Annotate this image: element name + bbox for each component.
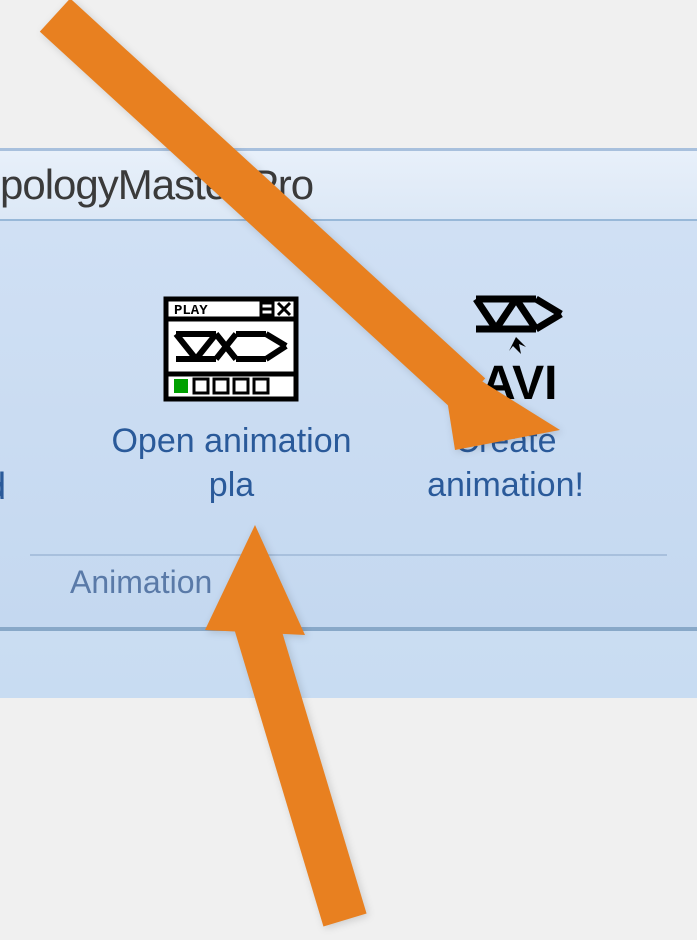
create-animation-button[interactable]: AVI Create animation! bbox=[414, 281, 598, 515]
open-animation-player-label: Open animation pla bbox=[111, 419, 351, 507]
app-window: pologyMaster Pro d PLAY bbox=[0, 148, 697, 698]
window-title: pologyMaster Pro bbox=[0, 161, 313, 209]
title-bar: pologyMaster Pro bbox=[0, 151, 697, 221]
ribbon-group-label: Animation bbox=[70, 564, 212, 601]
svg-text:AVI: AVI bbox=[481, 357, 557, 409]
animation-player-icon: PLAY bbox=[151, 289, 311, 409]
ribbon-panel: d PLAY bbox=[0, 221, 697, 631]
create-animation-label: Create animation! bbox=[427, 419, 584, 507]
ribbon-separator bbox=[30, 554, 667, 556]
open-animation-player-button[interactable]: PLAY bbox=[99, 281, 363, 515]
ribbon-group-animation: PLAY bbox=[0, 281, 697, 515]
ribbon-bottom-border bbox=[0, 627, 697, 631]
partial-text-left: d bbox=[0, 466, 6, 509]
svg-text:PLAY: PLAY bbox=[174, 303, 208, 319]
avi-export-icon: AVI bbox=[426, 289, 586, 409]
